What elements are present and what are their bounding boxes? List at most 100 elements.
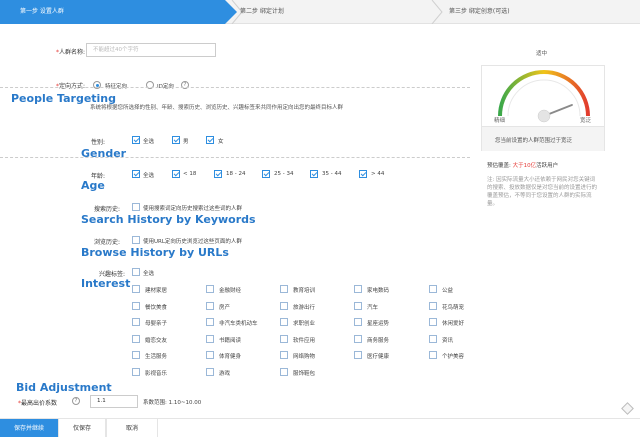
- age-checkbox-25-34[interactable]: [262, 170, 270, 178]
- browse-history-option-label: 使用URL定向历史浏览过这些页面的人群: [143, 239, 242, 245]
- save-continue-button[interactable]: 保存并继续: [0, 419, 58, 437]
- save-only-button[interactable]: 仅保存: [58, 419, 106, 437]
- browse-history-label: 浏览历史:: [93, 239, 120, 246]
- name-input[interactable]: 不能超过40个字符: [86, 43, 216, 57]
- bid-label-text: 最高出价系数: [21, 400, 58, 407]
- age-checkbox-35-44[interactable]: [310, 170, 318, 178]
- interest-tag-label: 花鸟萌宠: [442, 304, 465, 311]
- interest-tag-label: 建材家居: [145, 288, 168, 294]
- gender-option-label: 女: [218, 139, 224, 145]
- interest-tag-checkbox[interactable]: [354, 351, 362, 359]
- gauge-right-label: 宽泛: [580, 118, 592, 124]
- annotation-gender: Gender: [81, 147, 127, 160]
- age-checkbox-all[interactable]: [132, 170, 140, 178]
- interest-tag-checkbox[interactable]: [132, 367, 140, 376]
- coverage-line: 预估覆盖: 大于10亿活跃用户: [487, 161, 558, 169]
- interest-tag-checkbox[interactable]: [132, 318, 140, 326]
- interest-tag-checkbox[interactable]: [132, 285, 140, 293]
- bid-range-text: 系数范围: 1.10~10.00: [143, 400, 202, 406]
- radio-feature-label: 特征定向: [105, 84, 128, 90]
- interest-tag-checkbox[interactable]: [354, 318, 362, 326]
- interest-tag-checkbox[interactable]: [206, 285, 214, 293]
- age-checkbox-over-44[interactable]: [359, 170, 367, 178]
- age-option-label: 25 - 34: [274, 171, 294, 177]
- browse-history-checkbox[interactable]: [132, 236, 140, 244]
- coverage-suffix: 活跃用户: [536, 163, 559, 169]
- step-1[interactable]: 第一步 设置人群: [0, 0, 237, 24]
- gender-label: 性别:: [90, 139, 105, 146]
- interest-tag-checkbox[interactable]: [280, 334, 288, 343]
- interest-tag-checkbox[interactable]: [132, 334, 140, 343]
- search-history-checkbox[interactable]: [132, 203, 140, 211]
- collapse-icon[interactable]: [621, 402, 634, 415]
- interest-tag-checkbox[interactable]: [132, 301, 140, 310]
- interest-tag-label: 金融财经: [219, 288, 242, 294]
- interest-tag-checkbox[interactable]: [280, 301, 288, 310]
- interest-tag-checkbox[interactable]: [206, 334, 214, 343]
- interest-tag-checkbox[interactable]: [354, 301, 362, 310]
- interest-tag-label: 网络购物: [293, 354, 316, 360]
- search-history-label: 搜索历史:: [93, 206, 120, 213]
- interest-tag-label: 资讯: [442, 337, 454, 344]
- interest-tag-checkbox[interactable]: [429, 334, 437, 343]
- interest-tag-checkbox[interactable]: [429, 318, 437, 326]
- annotation-interest: Interest: [81, 277, 131, 290]
- interest-tag-checkbox[interactable]: [206, 351, 214, 359]
- step-separator: [431, 0, 443, 24]
- interest-tag-label: 游戏: [219, 370, 231, 377]
- coverage-value: 大于10亿: [512, 163, 537, 169]
- gauge-caption: 您当前设置的人群范围过于宽泛: [495, 138, 573, 144]
- age-option-label: 18 - 24: [226, 171, 246, 177]
- step-2-label: 第二步 绑定计划: [240, 8, 284, 15]
- age-option-label: 全选: [143, 173, 155, 179]
- age-checkbox-under-18[interactable]: [172, 170, 180, 178]
- interest-tag-checkbox[interactable]: [280, 318, 288, 326]
- interest-tag-label: 体育健身: [219, 354, 242, 360]
- interest-tag-label: 商务服务: [367, 337, 390, 344]
- interest-tag-checkbox[interactable]: [429, 285, 437, 293]
- cancel-button[interactable]: 取消: [106, 419, 158, 437]
- step-3-label: 第三步 绑定创意(可选): [449, 8, 510, 15]
- age-checkbox-18-24[interactable]: [214, 170, 222, 178]
- interest-tag-checkbox[interactable]: [429, 301, 437, 310]
- interest-tag-label: 个护美容: [442, 354, 465, 360]
- steps-bar: 第一步 设置人群 第二步 绑定计划 第三步 绑定创意(可选): [0, 0, 640, 24]
- interest-tag-label: 汽车: [367, 304, 379, 311]
- interest-tag-checkbox[interactable]: [354, 285, 362, 293]
- interest-tag-checkbox[interactable]: [280, 367, 288, 376]
- interest-tag-checkbox[interactable]: [280, 351, 288, 359]
- bid-label: *最高出价系数: [18, 400, 58, 407]
- interest-tag-label: 非汽车类机动车: [219, 321, 258, 327]
- bottom-action-bar: 保存并继续 仅保存 取消: [0, 418, 640, 437]
- targeting-label: *定向方式:: [55, 83, 85, 90]
- interest-tag-label: 服饰鞋包: [293, 370, 316, 377]
- help-icon[interactable]: ?: [72, 397, 80, 405]
- name-input-placeholder: 不能超过40个字符: [93, 47, 139, 53]
- step-2[interactable]: 第二步 绑定计划: [240, 0, 430, 24]
- interest-tag-label: 生活服务: [145, 354, 168, 360]
- interest-tag-label: 婚恋交友: [145, 337, 168, 344]
- interest-tag-label: 求职创业: [293, 321, 316, 327]
- annotation-age: Age: [81, 179, 105, 192]
- gender-checkbox-male[interactable]: [172, 136, 180, 144]
- interest-tag-checkbox[interactable]: [354, 334, 362, 343]
- interest-tag-checkbox[interactable]: [280, 285, 288, 293]
- bid-input[interactable]: 1.1: [90, 395, 138, 408]
- gender-checkbox-female[interactable]: [206, 136, 214, 144]
- interest-select-all-label: 全选: [143, 271, 155, 277]
- interest-tag-checkbox[interactable]: [206, 367, 214, 376]
- interest-tag-checkbox[interactable]: [132, 351, 140, 359]
- interest-tag-checkbox[interactable]: [206, 301, 214, 310]
- interest-checkbox-all[interactable]: [132, 268, 140, 276]
- guide-line: [0, 157, 470, 158]
- interest-tag-label: 书籍阅读: [219, 337, 242, 344]
- step-3[interactable]: 第三步 绑定创意(可选): [449, 0, 629, 24]
- gender-checkbox-all[interactable]: [132, 136, 140, 144]
- gauge-arc: [498, 70, 590, 117]
- search-history-option-label: 使用搜索词定向历史搜索过这些词的人群: [143, 206, 243, 212]
- interest-tag-checkbox[interactable]: [206, 318, 214, 326]
- interest-tag-label: 餐饮美食: [145, 304, 168, 311]
- interest-tag-checkbox[interactable]: [429, 351, 437, 359]
- gender-option-label: 男: [183, 139, 189, 145]
- name-label: *人群名称:: [55, 49, 85, 56]
